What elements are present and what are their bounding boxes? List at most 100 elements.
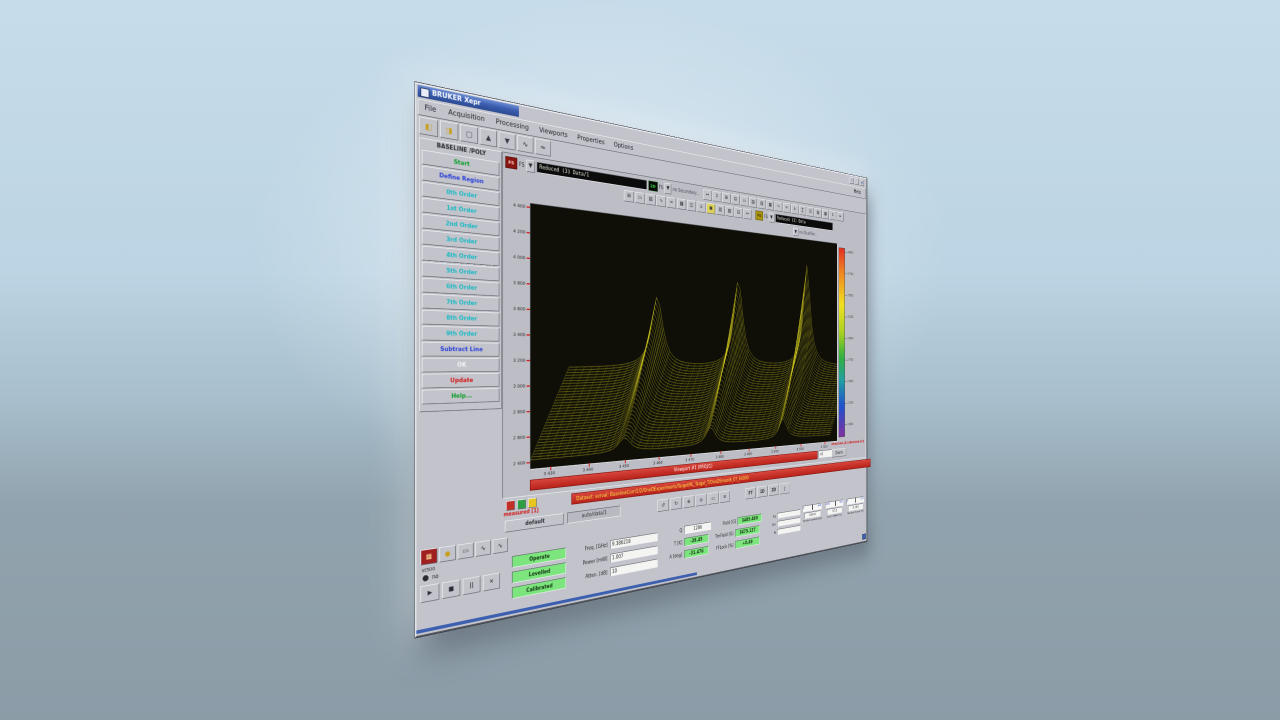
baseline-button-9th-order[interactable]: 9th Order [422, 326, 500, 342]
baseline-button-update[interactable]: Update [422, 373, 500, 388]
viewport-tool-b-button-9[interactable]: ▣ [707, 202, 716, 214]
plot-area[interactable] [530, 203, 837, 470]
monitor-label: A [deg] [665, 552, 682, 560]
baseline-button-8th-order[interactable]: 8th Order [422, 310, 500, 327]
menu-item-file[interactable]: File [418, 101, 442, 117]
viewport-tool-b-button-4[interactable]: ∿ [656, 195, 666, 207]
display-2d-icon[interactable]: 2D [648, 180, 657, 191]
monitor-value[interactable]: 1286 [684, 522, 711, 535]
open-dataset-icon[interactable]: ◧ [419, 116, 438, 137]
gauge-max-label: 400 [818, 504, 822, 507]
qualifier-dropdown-arrow-icon[interactable]: ▼ [769, 212, 774, 222]
secondary-dropdown-arrow-icon[interactable]: ▼ [665, 182, 672, 194]
fullscale-icon[interactable]: FS [505, 156, 517, 170]
new-viewport-icon[interactable]: ▢ [460, 124, 478, 144]
aux-fields: FqGnN [769, 509, 800, 539]
qualifier-label[interactable]: no Qualifier... [799, 230, 817, 237]
viewport-tool-b-button-11[interactable]: ▧ [725, 205, 733, 216]
maximize-icon[interactable]: ▪ [860, 179, 864, 186]
viewport-tool-a-button-1[interactable]: ↔ [703, 189, 712, 201]
dataset-square-3[interactable] [528, 498, 537, 509]
viewport-tool-a-button-15[interactable]: ▩ [822, 209, 829, 219]
gauge-min-label: -100 [826, 503, 830, 507]
colorbar-tick-label: 2 750 [847, 358, 853, 362]
colorbar-tick-label: 3 250 [847, 315, 853, 319]
zoom-factor-field[interactable]: x1 [819, 449, 833, 458]
monitor-label: FFLock [%] [710, 543, 733, 552]
window-menu-icon[interactable]: ? [850, 177, 854, 184]
monitor-value[interactable]: +0.49 [735, 537, 759, 549]
baseline-button-7th-order[interactable]: 7th Order [422, 294, 500, 312]
abort-button[interactable]: ✕ [483, 573, 500, 592]
baseline-button-ok[interactable]: OK [422, 358, 500, 373]
monitor-label: T [K] [665, 540, 682, 548]
dataset-square-1[interactable] [506, 500, 515, 511]
viewport-tool-a-button-10[interactable]: ≈ [783, 202, 790, 213]
viewport-tool-a-button-9[interactable]: ∿ [775, 201, 783, 212]
colorbar-ticks: 4 0003 7503 5003 2503 0002 7502 5002 250… [845, 248, 864, 436]
scroll-down-icon[interactable]: ▼ [499, 131, 516, 150]
viewport-tool-b-button-6[interactable]: ▦ [677, 198, 686, 210]
zoom-button[interactable]: Zoom [832, 448, 846, 458]
viewport-tool-b-button-3[interactable]: ▤ [646, 193, 656, 205]
viewport-tool-a-button-3[interactable]: ⊞ [722, 192, 730, 203]
viewport-tool-b-button-5[interactable]: ≈ [667, 196, 676, 208]
save-dataset-icon[interactable]: ◨ [440, 120, 458, 140]
viewport-tool-a-button-14[interactable]: ▧ [814, 208, 821, 218]
baseline-button-subtract-line[interactable]: Subtract Line [422, 342, 500, 357]
colorbar-tick-label: 3 000 [847, 336, 853, 340]
viewport-tool-b-button-7[interactable]: ◫ [687, 199, 696, 211]
fullscale-2-icon[interactable]: FS [756, 210, 763, 220]
viewport-tool-b-button-2[interactable]: ▭ [635, 191, 645, 203]
x-tick-label: 3 480 [716, 454, 724, 460]
viewport-tool-a-button-8[interactable]: ▦ [766, 199, 774, 210]
baseline-button-help-[interactable]: Help... [422, 388, 500, 404]
viewport-tool-a-button-17[interactable]: ↔ [837, 211, 844, 221]
viewport-tool-a-button-7[interactable]: ▥ [758, 198, 766, 209]
wave2-tool-icon[interactable]: ∿ [493, 537, 508, 554]
viewport-tool-a-button-12[interactable]: ∑ [799, 205, 806, 216]
primary-dropdown-arrow-icon[interactable]: ▼ [526, 159, 535, 173]
viewport-tool-b-button-13[interactable]: ↔ [743, 208, 751, 219]
resize-grip[interactable] [862, 533, 866, 539]
aux-field-value[interactable] [777, 525, 800, 535]
spectrum-2d-icon[interactable]: ≈ [535, 138, 551, 157]
monitor-value[interactable]: -31.476 [684, 546, 709, 559]
mw-field-label: Freq. [GHz] [570, 542, 607, 554]
monitor-value[interactable]: 3475.127 [735, 525, 759, 537]
viewport-tool-a-button-5[interactable]: ▭ [740, 195, 748, 206]
viewport-tool-a-button-4[interactable]: ⊟ [731, 194, 739, 205]
desktop-background: BRUKER Xepr ?▫▪ FileAcquisitionProcessin… [0, 0, 1280, 720]
viewport-tool-a-button-13[interactable]: ◫ [807, 206, 814, 216]
viewport-tool-b-button-12[interactable]: ⊟ [734, 207, 742, 218]
spectrum-1d-icon[interactable]: ∿ [517, 134, 533, 153]
radio-icon[interactable] [422, 574, 429, 583]
dataset-square-2[interactable] [517, 499, 526, 510]
viewport-tool-b-button-1[interactable]: ⊞ [624, 190, 634, 203]
wave-tool-icon[interactable]: ∿ [475, 540, 490, 557]
stop-button[interactable]: ■ [442, 580, 460, 600]
monitor-value[interactable]: 3485.480 [738, 513, 762, 525]
colorbar-tick-mark [845, 252, 847, 253]
qualifier-arrow-icon[interactable]: ▼ [793, 227, 798, 236]
scroll-up-icon[interactable]: ▲ [480, 127, 497, 147]
viewport-tool-a-button-2[interactable]: ↕ [713, 190, 722, 202]
sphere-icon[interactable]: ● [439, 545, 455, 563]
menu-help[interactable]: Help [851, 187, 864, 197]
monitor-value[interactable]: -28.45 [684, 534, 709, 547]
x-tick-label: 3 470 [685, 457, 694, 463]
play-button[interactable]: ▶ [420, 583, 439, 603]
viewport-tool-a-button-16[interactable]: ↕ [829, 210, 836, 220]
cube-icon[interactable]: ▦ [420, 548, 437, 566]
station-radio[interactable]: no [422, 572, 439, 582]
viewport-tool-b-button-10[interactable]: ▥ [716, 204, 724, 215]
fs-label-2: FS [659, 184, 663, 190]
gauge-max-label: 100 [860, 497, 863, 500]
pause-button[interactable]: || [463, 576, 481, 595]
blank-tool-icon[interactable]: ▭ [458, 542, 474, 559]
minimize-icon[interactable]: ▫ [855, 178, 859, 185]
viewport-tool-b-button-8[interactable]: ± [697, 201, 706, 213]
secondary-selector-label[interactable]: no Secondary... [673, 187, 700, 196]
viewport-tool-a-button-6[interactable]: ▤ [749, 197, 757, 208]
viewport-tool-a-button-11[interactable]: ± [791, 204, 798, 215]
